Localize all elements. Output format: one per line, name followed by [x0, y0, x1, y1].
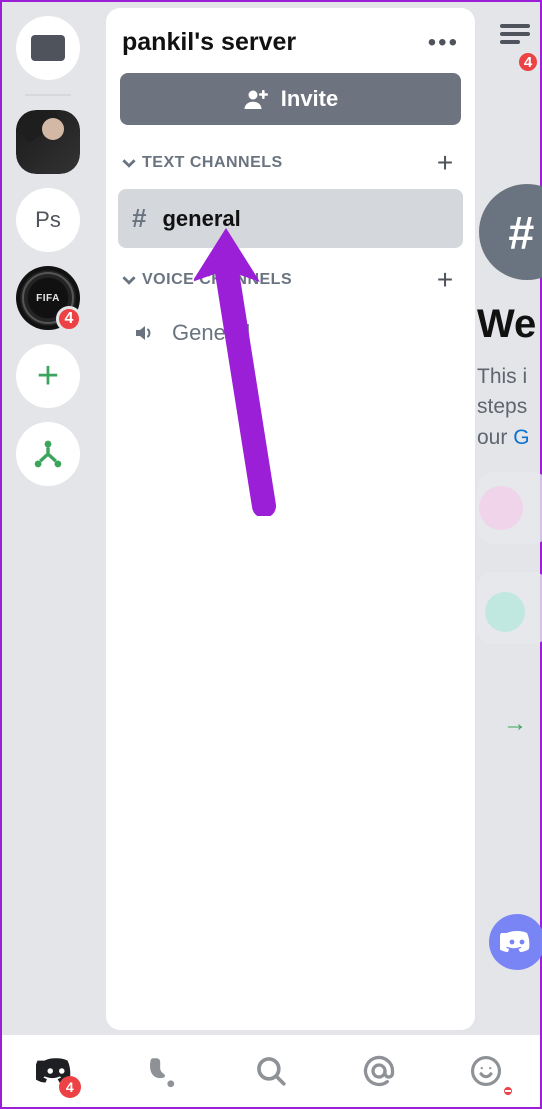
channel-hero-icon: #: [479, 184, 542, 280]
guild-rail: Ps FIFA 4 +: [2, 2, 94, 1036]
nav-home[interactable]: 4: [29, 1044, 83, 1098]
server-title: pankil's server: [122, 28, 296, 57]
discover-hub-button[interactable]: [16, 422, 80, 486]
nav-profile[interactable]: [459, 1044, 513, 1098]
speaker-icon: [132, 321, 156, 345]
server-header[interactable]: pankil's server •••: [116, 18, 465, 73]
server-ps[interactable]: Ps: [16, 188, 80, 252]
server-avatar-image: [16, 110, 80, 174]
server-fifa-badge: 4: [56, 306, 82, 332]
welcome-card-1[interactable]: [477, 472, 542, 544]
discord-icon: [500, 929, 534, 955]
server-pankil[interactable]: [16, 110, 80, 174]
server-fifa[interactable]: FIFA 4: [16, 266, 80, 330]
nav-mentions[interactable]: [352, 1044, 406, 1098]
server-ps-label: Ps: [35, 207, 61, 233]
arrow-right-icon: →: [503, 710, 527, 738]
category-text-label: TEXT CHANNELS: [142, 154, 283, 172]
emoji-icon: [469, 1054, 503, 1088]
welcome-text: This i steps our G: [477, 362, 530, 453]
friends-icon: [145, 1054, 181, 1088]
add-server-button[interactable]: +: [16, 344, 80, 408]
category-voice-label: VOICE CHANNELS: [142, 271, 292, 289]
welcome-heading: We: [477, 302, 536, 347]
invite-icon: [243, 88, 269, 110]
hash-icon: #: [499, 204, 542, 260]
hash-icon: #: [132, 203, 146, 234]
nav-search[interactable]: [244, 1044, 298, 1098]
mention-icon: [361, 1053, 397, 1089]
nav-home-badge: 4: [59, 1076, 81, 1098]
dm-home-button[interactable]: [16, 16, 80, 80]
plus-icon: +: [37, 357, 59, 395]
voice-channel-general[interactable]: General: [118, 306, 463, 360]
channel-panel: pankil's server ••• Invite TEXT CHANNELS…: [106, 8, 475, 1030]
chat-peek: 4 # We This i steps our G →: [475, 2, 540, 1036]
chevron-down-icon: [122, 156, 136, 170]
channel-general[interactable]: # general: [118, 189, 463, 248]
jump-to-present-button[interactable]: [489, 914, 542, 970]
category-text-channels[interactable]: TEXT CHANNELS +: [116, 143, 465, 183]
add-text-channel-button[interactable]: +: [431, 149, 459, 177]
invite-label: Invite: [281, 86, 338, 112]
hub-icon: [31, 437, 65, 471]
sparkle-icon: [477, 572, 542, 644]
more-icon[interactable]: •••: [428, 29, 459, 57]
welcome-card-2[interactable]: [477, 572, 542, 644]
guild-separator: [25, 94, 71, 96]
member-list-badge: 4: [516, 50, 540, 74]
speech-bubble-icon: [31, 35, 65, 61]
member-list-icon[interactable]: [498, 20, 534, 48]
channel-general-label: general: [162, 206, 240, 232]
chevron-down-icon: [122, 273, 136, 287]
category-voice-channels[interactable]: VOICE CHANNELS +: [116, 260, 465, 300]
bottom-nav: 4: [2, 1034, 540, 1107]
dnd-status-icon: [501, 1084, 515, 1098]
search-icon: [254, 1054, 288, 1088]
voice-channel-general-label: General: [172, 320, 250, 346]
invite-button[interactable]: Invite: [120, 73, 461, 125]
wave-icon: [477, 472, 542, 544]
nav-friends[interactable]: [136, 1044, 190, 1098]
add-voice-channel-button[interactable]: +: [431, 266, 459, 294]
svg-text:#: #: [508, 206, 534, 258]
